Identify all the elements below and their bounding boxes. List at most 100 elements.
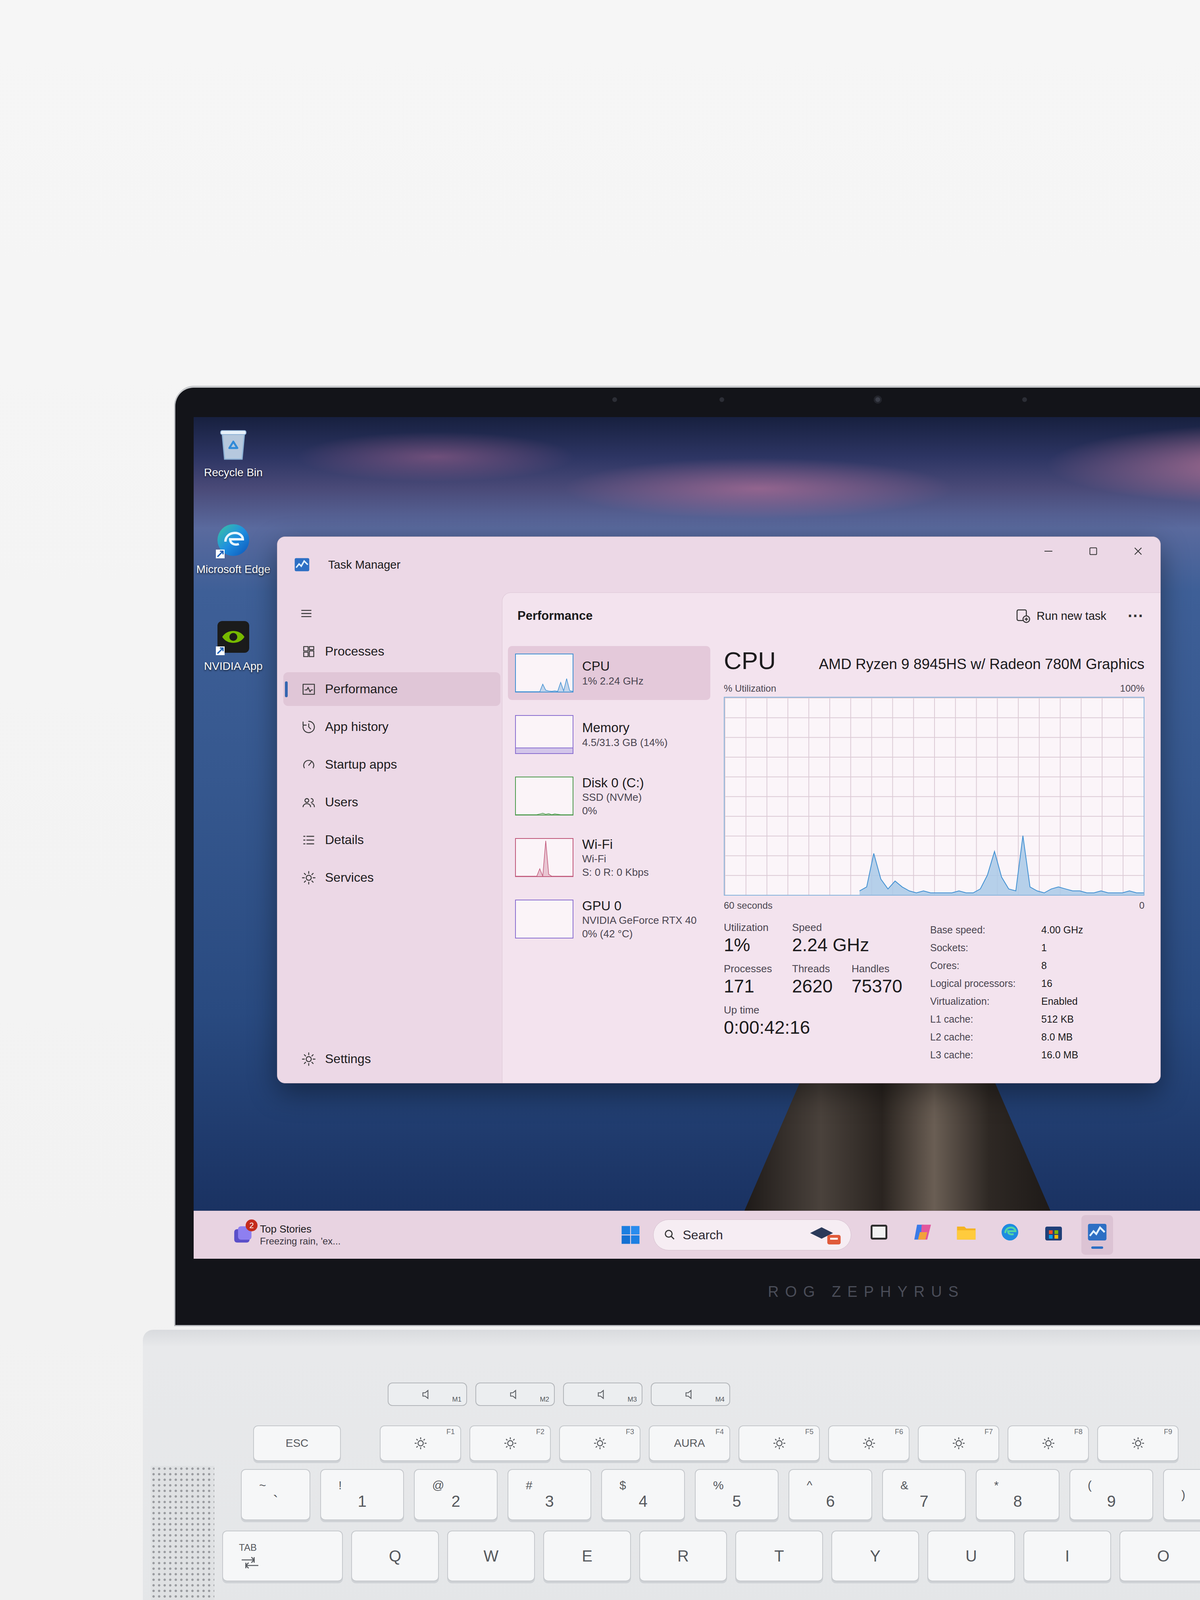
macro-key[interactable]: M2	[475, 1382, 555, 1406]
resource-text: GPU 0NVIDIA GeForce RTX 400% (42 °C)	[582, 897, 697, 941]
sidebar-item[interactable]: Startup apps	[283, 747, 501, 782]
resource-item[interactable]: Memory4.5/31.3 GB (14%)	[507, 707, 711, 762]
key[interactable]: R	[639, 1530, 727, 1582]
key[interactable]: F2	[469, 1425, 551, 1462]
key[interactable]: F8	[1007, 1425, 1089, 1462]
key[interactable]: *8	[975, 1469, 1060, 1521]
taskbar-app[interactable]	[1037, 1215, 1070, 1255]
sidebar-item[interactable]: Processes	[283, 634, 501, 669]
key[interactable]: &7	[882, 1469, 966, 1521]
fn-label: F2	[536, 1427, 545, 1437]
y-axis-label: % Utilization	[723, 682, 777, 695]
keyboard-deck: M1 M2 M3 M4 ESC F1 F2 F3F4AURA F5 F6F7F8F9 ~`!1@2#…	[142, 1329, 1200, 1600]
key[interactable]: @2	[413, 1469, 498, 1521]
resource-thumbnail	[515, 715, 574, 754]
sidebar-item[interactable]: Details	[283, 823, 501, 857]
maximize-button[interactable]	[1070, 536, 1116, 566]
taskbar-app[interactable]	[1081, 1215, 1114, 1255]
sidebar-item-icon	[301, 681, 317, 697]
key[interactable]: (9	[1069, 1469, 1154, 1521]
key-label: 3	[544, 1491, 554, 1511]
key[interactable]: Y	[831, 1530, 920, 1582]
key[interactable]: F4AURA	[648, 1425, 731, 1462]
key[interactable]: Q	[351, 1530, 439, 1582]
key[interactable]: F9	[1097, 1425, 1179, 1462]
key[interactable]: )	[1163, 1469, 1200, 1521]
macro-key[interactable]: M3	[563, 1382, 643, 1406]
webcam-dot	[873, 395, 882, 404]
news-headline: Freezing rain, 'ex...	[259, 1235, 341, 1248]
key[interactable]: W	[447, 1530, 535, 1582]
news-badge: 2	[245, 1219, 258, 1232]
hamburger-button[interactable]	[283, 592, 502, 635]
key[interactable]: F6	[828, 1425, 910, 1462]
key-label: TAB	[238, 1542, 257, 1554]
resource-detail: 1% 2.24 GHz	[582, 674, 644, 689]
sidebar-item-icon	[301, 832, 317, 848]
key[interactable]: T	[735, 1530, 824, 1582]
key[interactable]: F7	[917, 1425, 1000, 1462]
sidebar-item[interactable]: App history	[283, 709, 501, 744]
taskbar-app[interactable]	[863, 1215, 895, 1255]
key[interactable]: #3	[507, 1469, 592, 1521]
macro-key[interactable]: M1	[387, 1382, 468, 1406]
x-axis-start: 60 seconds	[723, 899, 773, 912]
sidebar-item[interactable]: Services	[283, 860, 501, 895]
key[interactable]: F5	[738, 1425, 820, 1462]
desktop-icon[interactable]: Recycle Bin	[195, 424, 272, 516]
spark-area	[515, 840, 573, 877]
desktop: Recycle BinMicrosoft EdgeNVIDIA AppTask …	[193, 417, 1200, 1211]
resource-item[interactable]: CPU1% 2.24 GHz	[507, 646, 711, 700]
key[interactable]: F1	[379, 1425, 462, 1462]
news-widget[interactable]: 2Top StoriesFreezing rain, 'ex...	[193, 1222, 341, 1248]
key[interactable]: $4	[601, 1469, 685, 1521]
run-new-task-button[interactable]: Run new task	[1011, 603, 1110, 628]
settings-button[interactable]: Settings	[283, 1042, 501, 1076]
sidebar-item-icon	[301, 870, 317, 886]
stat-item: Up time0:00:42:16	[723, 1003, 810, 1039]
key[interactable]: ~`	[240, 1469, 311, 1521]
spec-value: 512 KB	[1041, 1010, 1084, 1029]
key[interactable]: ESC	[253, 1425, 341, 1462]
spec-label: Cores:	[930, 956, 1042, 975]
resource-name: Memory	[582, 719, 668, 736]
taskbar-app[interactable]	[994, 1215, 1026, 1255]
sidebar-item[interactable]: Performance	[283, 672, 501, 706]
task-manager-window[interactable]: Task Manager ProcessesPerformanceApp hist…	[276, 536, 1161, 1084]
key[interactable]: O	[1119, 1530, 1200, 1582]
resource-item[interactable]: Wi-FiWi-FiS: 0 R: 0 Kbps	[507, 830, 711, 885]
news-icon-wrap: 2	[231, 1223, 255, 1247]
copilot-icon	[911, 1221, 934, 1244]
sidebar-item[interactable]: Users	[283, 785, 501, 820]
taskbar-app[interactable]	[906, 1215, 939, 1255]
function-icon	[1040, 1435, 1057, 1452]
key[interactable]: %5	[694, 1469, 779, 1521]
key[interactable]: E	[543, 1530, 631, 1582]
resource-item[interactable]: Disk 0 (C:)SSD (NVMe)0%	[507, 769, 711, 824]
key[interactable]: !1	[320, 1469, 404, 1521]
search-placeholder: Search	[682, 1227, 800, 1243]
taskbar-app[interactable]	[950, 1215, 983, 1255]
key-shift-label: )	[1181, 1488, 1186, 1502]
key[interactable]: TAB	[222, 1530, 343, 1582]
desktop-icon[interactable]: Microsoft Edge	[195, 521, 272, 613]
key[interactable]: F3	[559, 1425, 641, 1462]
key[interactable]: U	[927, 1530, 1016, 1582]
key[interactable]: I	[1023, 1530, 1112, 1582]
windows-logo-icon[interactable]	[619, 1224, 642, 1246]
close-button[interactable]	[1115, 536, 1161, 566]
title-bar[interactable]: Task Manager	[277, 536, 1161, 593]
fn-label: F5	[805, 1427, 814, 1437]
minimize-button[interactable]	[1025, 536, 1071, 566]
news-title: Top Stories	[259, 1222, 341, 1236]
resource-item[interactable]: GPU 0NVIDIA GeForce RTX 400% (42 °C)	[507, 892, 711, 947]
task-manager-icon	[1086, 1221, 1109, 1244]
spec-value: 8	[1041, 956, 1084, 975]
key-label: 9	[1106, 1491, 1116, 1511]
macro-key[interactable]: M4	[650, 1382, 731, 1406]
more-options-button[interactable]: ···	[1125, 607, 1147, 625]
key-label: 7	[919, 1491, 929, 1511]
taskbar-search[interactable]: Search	[653, 1219, 852, 1251]
desktop-icon[interactable]: NVIDIA App	[195, 617, 272, 710]
key[interactable]: ^6	[788, 1469, 873, 1521]
